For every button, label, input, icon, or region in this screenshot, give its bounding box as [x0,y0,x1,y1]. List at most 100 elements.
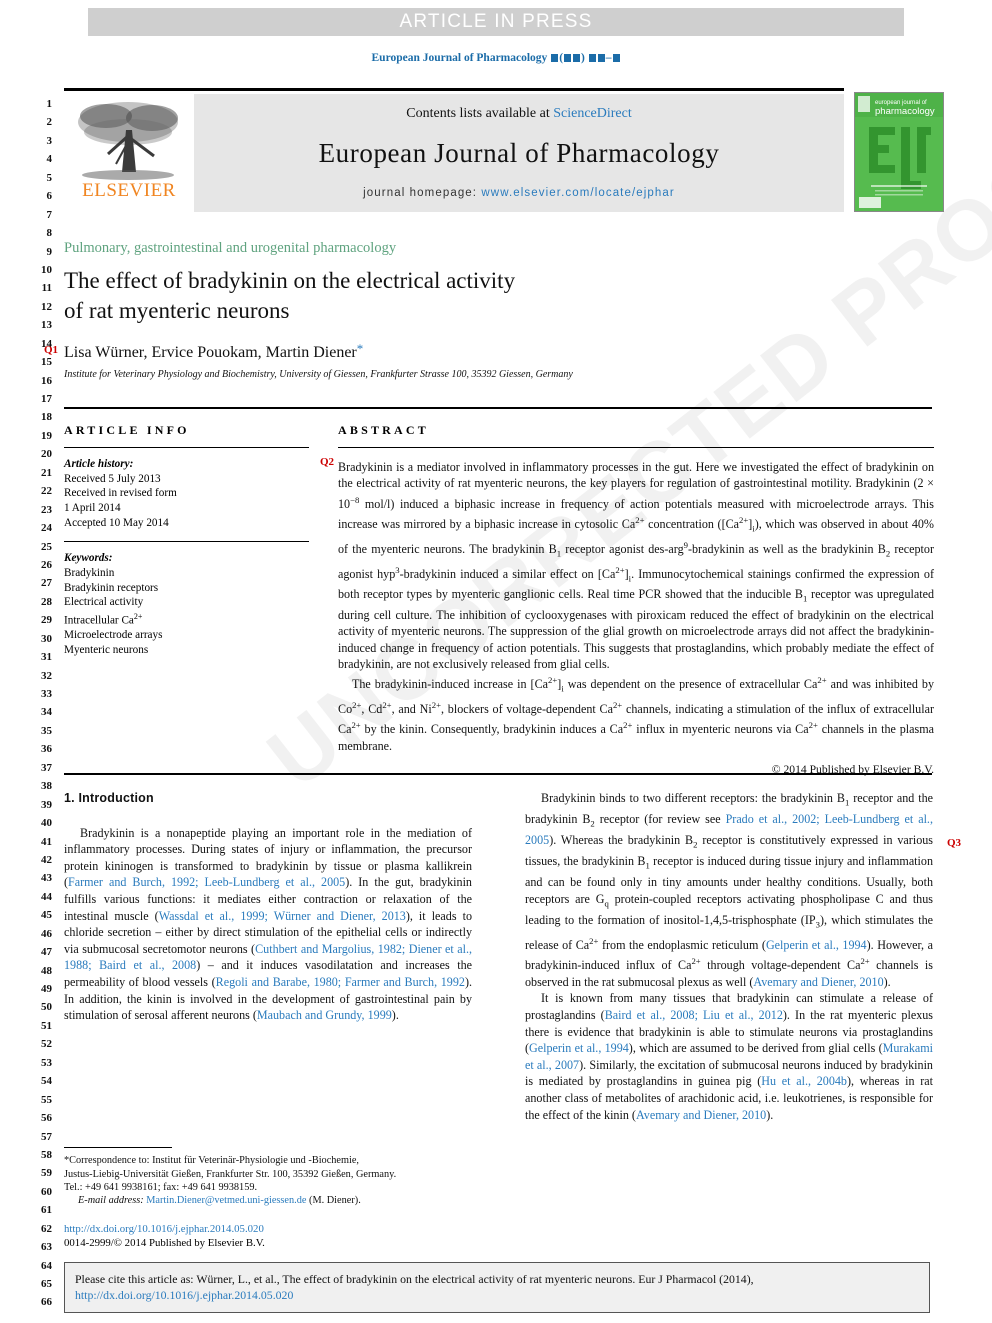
line-number: 62 [41,1222,52,1235]
article-info-column: ARTICLE INFO Article history: Received 5… [64,423,309,657]
line-number: 38 [41,780,52,793]
line-number: 2 [46,116,53,129]
line-number: 55 [41,1093,52,1106]
footnote-line-1: *Correspondence to: Institut für Veterin… [64,1155,360,1167]
introduction-paragraph-right-2: It is known from many tissues that brady… [525,991,934,1122]
abstract-paragraph-2: The bradykinin-induced increase in [Ca2+… [338,675,935,753]
doi-link[interactable]: http://dx.doi.org/10.1016/j.ejphar.2014.… [64,1223,264,1235]
cite-doi-link[interactable]: http://dx.doi.org/10.1016/j.ejphar.2014.… [75,1288,293,1302]
line-number-gutter: 1 2 3 4 5 6 7 8 9 10 11 12 13 14 15 16 17 18 19 20 21 22 23 24 2… [26,95,52,1312]
line-number: 58 [41,1148,52,1161]
line-number: 27 [41,577,52,590]
line-number: 65 [41,1278,52,1290]
introduction-paragraph-right-1: Bradykinin binds to two different recept… [525,791,933,989]
corresponding-author-asterisk: * [356,341,364,356]
line-number: 32 [41,669,52,682]
citation-link[interactable]: Avemary and Diener, 2010 [636,1108,766,1122]
line-number: 36 [41,743,52,756]
keyword-item: Bradykinin receptors [64,581,159,594]
query-marker-q1[interactable]: Q1 [44,344,58,356]
journal-homepage-link[interactable]: www.elsevier.com/locate/ejphar [481,187,674,199]
article-info-rule [64,447,309,449]
query-marker-q2[interactable]: Q2 [320,456,334,468]
line-number: 20 [41,448,52,461]
article-info-heading: ARTICLE INFO [64,423,190,437]
line-number: 56 [41,1112,52,1125]
citation-link[interactable]: Farmer and Burch, 1992; Leeb-Lundberg et… [68,875,345,889]
query-marker-q3[interactable]: Q3 [947,837,961,849]
keyword-item: Myenteric neurons [64,643,149,656]
line-number: 47 [41,946,52,959]
cite-text: Please cite this article as: Würner, L.,… [75,1272,754,1286]
line-number: 25 [41,540,52,553]
introduction-heading: 1. Introduction [64,791,154,805]
elsevier-logo: ELSEVIER [70,98,188,208]
email-suffix: (M. Diener). [309,1195,361,1207]
abstract-body: Bradykinin is a mediator involved in inf… [338,459,934,778]
line-number: 45 [41,909,52,922]
contents-prefix: Contents lists available at [406,106,554,121]
abstract-paragraph-1: Bradykinin is a mediator involved in inf… [338,460,934,671]
email-label: E-mail address: [78,1195,144,1207]
line-number: 18 [41,411,52,424]
citation-link[interactable]: Wassdal et al., 1999; Würner and Diener,… [159,909,406,923]
line-number: 13 [41,319,52,332]
page-title: The effect of bradykinin on the electric… [64,266,704,326]
elsevier-wordmark: ELSEVIER [82,180,176,201]
line-number: 50 [41,1001,52,1014]
abstract-heading: ABSTRACT [338,423,429,437]
line-number: 30 [41,632,52,645]
footnote-email-line: E-mail address: Martin.Diener@vetmed.uni… [64,1194,472,1207]
line-number: 24 [41,522,52,535]
footnote-line-3: Tel.: +49 641 9938161; fax: +49 641 9938… [64,1181,258,1193]
line-number: 63 [41,1241,52,1254]
citation-link[interactable]: Baird et al., 2008; Liu et al., 2012 [605,1008,783,1022]
article-history-block: Article history: Received 5 July 2013 Re… [64,457,309,530]
line-number: 8 [46,227,53,240]
paper-title-line1: The effect of bradykinin on the electric… [64,268,516,293]
citation-link[interactable]: Prado et al., 2002; Leeb-Lundberg et al.… [525,812,933,847]
author-affiliation: Institute for Veterinary Physiology and … [64,369,573,380]
running-head-journal: European Journal of Pharmacology [371,52,548,64]
corresponding-email-link[interactable]: Martin.Diener@vetmed.uni-giessen.de [146,1195,306,1206]
citation-link[interactable]: Gelperin et al., 1994 [766,938,867,952]
line-number: 9 [46,245,53,258]
line-number: 35 [41,724,52,737]
citation-link[interactable]: Regoli and Barabe, 1980; Farmer and Burc… [216,975,465,989]
line-number: 23 [41,503,52,516]
author-names: Lisa Würner, Ervice Pouokam, Martin Dien… [64,344,357,361]
citation-link[interactable]: Maubach and Grundy, 1999 [257,1008,392,1022]
elsevier-tree-icon [78,102,178,180]
info-top-rule [64,407,932,409]
line-number: 28 [41,595,52,608]
journal-cover-image: european journal of pharmacology [855,93,943,211]
citation-link[interactable]: Gelperin et al., 1994 [529,1041,629,1055]
line-number: 16 [41,374,52,387]
please-cite-box: Please cite this article as: Würner, L.,… [64,1262,930,1313]
citation-link[interactable]: Hu et al., 2004b [761,1074,847,1088]
history-item: 1 April 2014 [64,501,121,514]
line-number: 17 [41,393,52,405]
masthead-center-panel: Contents lists available at ScienceDirec… [194,94,844,212]
correspondence-footnote: *Correspondence to: Institut für Veterin… [64,1147,472,1208]
footnote-line-2: Justus-Liebig-Universität Gießen, Frankf… [64,1168,397,1180]
article-in-press-banner: ARTICLE IN PRESS [88,8,904,36]
footnote-divider [64,1147,172,1149]
citation-link[interactable]: Avemary and Diener, 2010 [753,975,883,989]
keyword-item: Electrical activity [64,596,144,609]
issn-copyright-line: 0014-2999/© 2014 Published by Elsevier B… [64,1237,265,1249]
keyword-item-intracellular-ca: Intracellular Ca2+ [64,611,143,627]
line-number: 41 [41,835,52,848]
journal-running-head: European Journal of Pharmacology () – [0,52,992,64]
line-number: 61 [41,1204,52,1217]
line-number: 7 [46,208,53,221]
journal-masthead: ELSEVIER Contents lists available at Sci… [64,88,944,214]
sciencedirect-link[interactable]: ScienceDirect [553,106,632,121]
line-number: 11 [41,282,52,295]
line-number: 3 [46,134,53,147]
article-history-label: Article history: [64,458,134,471]
line-number: 6 [46,190,53,203]
line-number: 10 [41,263,52,276]
citation-link[interactable]: Cuthbert and Margolius, 1982; Diener et … [64,942,472,973]
line-number: 31 [41,651,52,664]
